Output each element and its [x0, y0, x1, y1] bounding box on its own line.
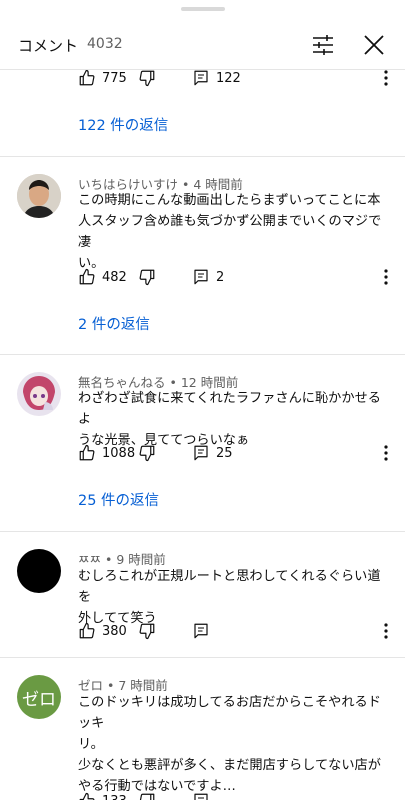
view-replies-link[interactable]: 122 件の返信 — [78, 114, 168, 135]
reply-button[interactable]: 122 — [192, 70, 241, 93]
like-button[interactable]: 380 — [78, 616, 127, 646]
comment-actions: 775 122 — [0, 70, 405, 93]
avatar[interactable] — [17, 372, 61, 416]
comment-actions: 1088 25 — [0, 438, 405, 468]
thumbs-down-icon — [139, 445, 155, 462]
divider — [0, 657, 405, 658]
thumbs-up-icon — [79, 268, 95, 285]
more-options-icon[interactable] — [379, 265, 393, 289]
comment-count: 4032 — [87, 36, 123, 52]
like-button[interactable]: 482 — [78, 262, 127, 292]
comment-actions: 133 — [0, 786, 405, 800]
dislike-button[interactable] — [138, 70, 156, 93]
like-count: 482 — [102, 269, 127, 285]
thumbs-down-icon — [139, 269, 155, 286]
like-button[interactable]: 1088 — [78, 438, 135, 468]
like-button[interactable]: 133 — [78, 786, 127, 800]
dislike-button[interactable] — [138, 786, 156, 800]
view-replies-link[interactable]: 2 件の返信 — [78, 313, 150, 334]
reply-count: 122 — [216, 70, 241, 86]
dislike-button[interactable] — [138, 262, 156, 292]
close-icon[interactable] — [362, 33, 386, 57]
filter-icon[interactable] — [311, 33, 335, 57]
reply-button[interactable]: 25 — [192, 438, 233, 468]
comment-list[interactable]: 775 122 122 件の返信 いちはらけいすけ • 4 時間前 この時期にこ… — [0, 70, 405, 800]
comments-header: コメント 4032 — [0, 20, 405, 70]
dislike-button[interactable] — [138, 616, 156, 646]
like-count: 380 — [102, 623, 127, 639]
thumbs-up-icon — [79, 792, 95, 800]
comment-icon — [194, 445, 208, 461]
avatar[interactable]: ゼロ — [17, 675, 61, 719]
more-options-icon[interactable] — [379, 619, 393, 643]
reply-count: 25 — [216, 445, 233, 461]
view-replies-link[interactable]: 25 件の返信 — [78, 489, 159, 510]
like-count: 1088 — [102, 445, 136, 461]
comment-icon — [194, 70, 208, 86]
comment-icon — [194, 793, 208, 800]
reply-button[interactable] — [192, 786, 210, 800]
comment-icon — [194, 269, 208, 285]
more-options-icon[interactable] — [379, 70, 393, 90]
thumbs-down-icon — [139, 793, 155, 800]
comment-text: このドッキリは成功してるお店だからこそやれるドッキ リ。 少なくとも悪評が多く、… — [78, 695, 381, 794]
divider — [0, 531, 405, 532]
avatar[interactable] — [17, 549, 61, 593]
avatar[interactable] — [17, 174, 61, 218]
comment-icon — [194, 623, 208, 639]
thumbs-down-icon — [139, 70, 155, 87]
divider — [0, 156, 405, 157]
comment-actions: 482 2 — [0, 262, 405, 292]
thumbs-up-icon — [79, 622, 95, 639]
thumbs-up-icon — [79, 444, 95, 461]
like-count: 133 — [102, 794, 127, 800]
thumbs-down-icon — [139, 623, 155, 640]
avatar-initials: ゼロ — [22, 689, 56, 710]
dislike-button[interactable] — [138, 438, 156, 468]
like-count: 775 — [102, 70, 127, 86]
reply-button[interactable]: 2 — [192, 262, 224, 292]
header-title: コメント — [18, 37, 79, 55]
like-button[interactable]: 775 — [78, 70, 127, 93]
reply-button[interactable] — [192, 616, 210, 646]
comment-actions: 380 — [0, 616, 405, 646]
thumbs-up-icon — [79, 70, 95, 86]
divider — [0, 354, 405, 355]
more-options-icon[interactable] — [379, 441, 393, 465]
reply-count: 2 — [216, 269, 225, 285]
drag-handle[interactable] — [181, 7, 225, 11]
